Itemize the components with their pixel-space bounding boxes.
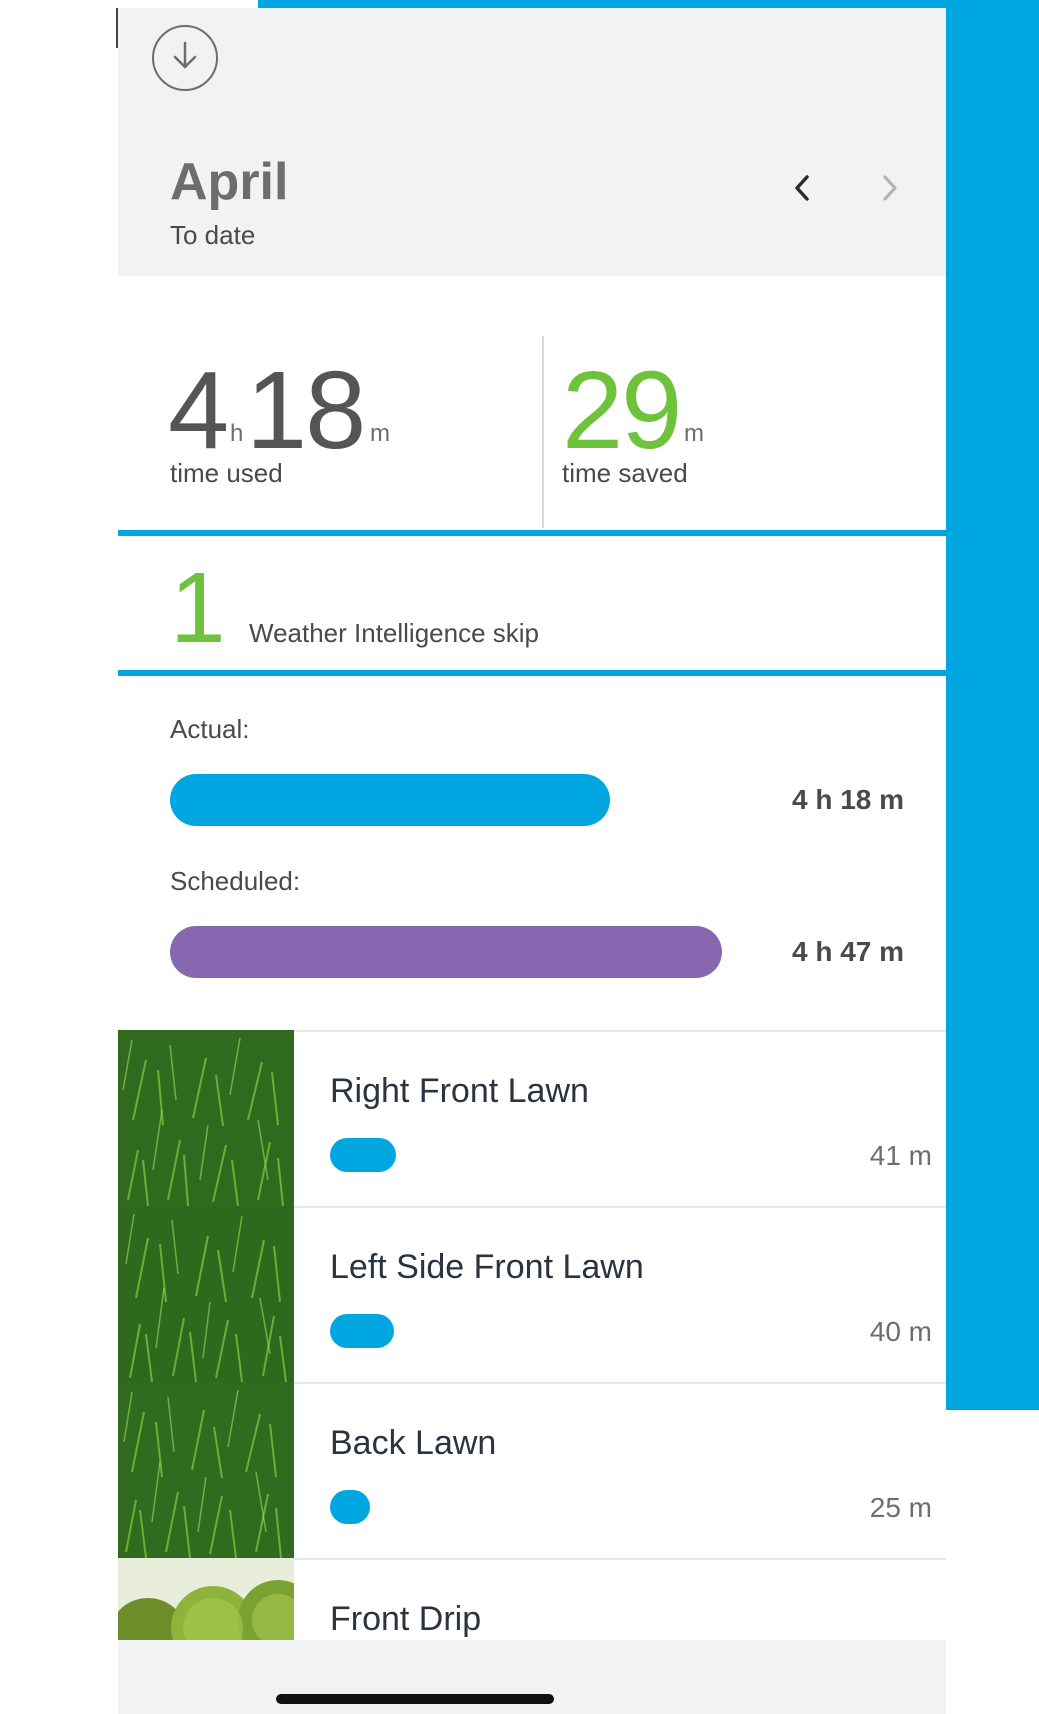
time-saved-label: time saved [562,458,688,488]
download-circle-icon [168,39,202,78]
previous-month-button[interactable] [782,168,822,212]
time-used-hours: 4 [168,349,229,472]
chevron-right-icon [881,174,899,207]
zone-thumbnail-grass [118,1030,294,1206]
scheduled-value: 4 h 47 m [792,936,905,967]
month-subtitle: To date [170,220,256,250]
zone-name: Back Lawn [330,1424,497,1462]
row-divider [294,1206,946,1208]
scheduled-bar [170,926,722,978]
time-used-label: time used [170,458,283,488]
month-header: April To date [118,8,946,276]
row-divider [294,1558,946,1560]
zone-row[interactable]: Back Lawn 25 m [118,1382,946,1558]
time-saved-minutes: 29 [562,349,682,472]
zone-row[interactable]: Right Front Lawn 41 m [118,1030,946,1206]
zone-usage-bar [330,1138,396,1172]
time-saved-minutes-unit: m [684,420,704,447]
usage-stats: 4 h 18 m time used 29 m time saved [118,276,946,530]
actual-bar [170,774,610,826]
zone-name: Front Drip [330,1600,482,1638]
month-title: April [170,153,289,211]
zone-row[interactable]: Left Side Front Lawn 40 m [118,1206,946,1382]
chevron-left-icon [793,174,811,207]
time-used-minutes: 18 [246,349,366,472]
row-divider [294,1382,946,1384]
time-used-hours-unit: h [230,420,244,447]
zone-usage-bar [330,1314,394,1348]
home-indicator[interactable] [276,1694,554,1704]
weather-skip-label: Weather Intelligence skip [249,618,540,648]
zone-time: 41 m [869,1140,932,1171]
app-screen: April To date 4 h 18 m time used 29 m ti… [118,8,946,1714]
scheduled-label: Scheduled: [170,866,301,896]
stats-divider [542,336,544,528]
actual-value: 4 h 18 m [792,784,905,815]
zone-name: Left Side Front Lawn [330,1248,644,1286]
zone-thumbnail-grass [118,1206,294,1382]
zone-time: 40 m [869,1316,932,1347]
row-divider [294,1030,946,1032]
zone-name: Right Front Lawn [330,1072,589,1110]
next-month-button[interactable] [870,168,910,212]
weather-skip-count: 1 [170,552,226,664]
highlight-frame-right [946,0,1039,1410]
actual-label: Actual: [170,714,250,744]
zone-usage-bar [330,1490,370,1524]
weather-skip-highlight [118,530,946,676]
download-button[interactable] [152,25,218,91]
time-used-minutes-unit: m [370,420,390,447]
zone-thumbnail-grass [118,1382,294,1558]
zone-time: 25 m [869,1492,932,1523]
